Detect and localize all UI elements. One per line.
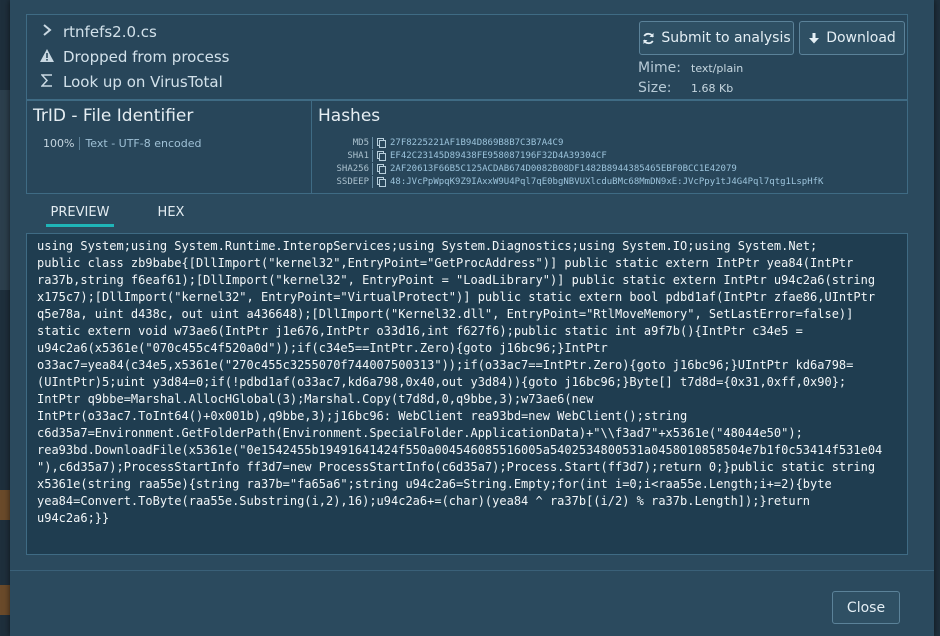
hash-label: SHA1 xyxy=(347,151,369,161)
file-info-panel: rtnfefs2.0.cs Dropped from process Look … xyxy=(26,14,908,100)
copy-icon[interactable] xyxy=(377,164,386,174)
mime-label: Mime: xyxy=(638,60,681,76)
code-line: q5e78a, uint d438c, out uint a436648);[D… xyxy=(37,307,854,321)
code-line: c6d35a7=Environment.GetFolderPath(Enviro… xyxy=(37,426,803,440)
submit-to-analysis-button[interactable]: Submit to analysis xyxy=(639,21,794,55)
trid-panel: TrID - File Identifier 100% Text - UTF-8… xyxy=(26,100,312,194)
hashes-title: Hashes xyxy=(318,106,381,126)
copy-icon[interactable] xyxy=(377,138,386,148)
virustotal-row[interactable]: Look up on VirusTotal xyxy=(39,73,223,91)
code-line: x5361e(string raa55e){string ra37b="fa65… xyxy=(37,477,832,491)
hash-row-sha256: SHA256 2AF20613F66B5C125ACDAB674D0082B08… xyxy=(312,163,737,175)
tab-hex[interactable]: HEX xyxy=(152,205,190,220)
copy-icon[interactable] xyxy=(377,177,386,187)
hash-value: EF42C23145D89438FE958087196F32D4A39304CF xyxy=(390,151,607,161)
hash-label: SHA256 xyxy=(336,164,369,174)
code-line: o33ac7=yea84(c34e5,x5361e("270c455c32550… xyxy=(37,358,854,372)
hashes-panel: Hashes MD5 27F8225221AF1B94D869B8B7C3B7A… xyxy=(311,100,908,194)
file-name: rtnfefs2.0.cs xyxy=(63,23,157,41)
code-line: IntPtr(o33ac7.ToInt64()+0x001b),q9bbe,3)… xyxy=(37,409,688,423)
hash-label: MD5 xyxy=(352,138,369,148)
chevron-right-icon xyxy=(39,24,55,40)
size-row: Size: 1.68 Kb xyxy=(638,80,733,96)
trid-percent: 100% xyxy=(43,137,81,150)
preview-code: using System;using System.Runtime.Intero… xyxy=(26,233,908,555)
mime-value: text/plain xyxy=(691,62,744,75)
warning-icon xyxy=(39,48,55,66)
mime-row: Mime: text/plain xyxy=(638,60,743,76)
code-line: u94c2a6;}} xyxy=(37,511,110,525)
footer-divider xyxy=(10,570,934,571)
trid-description: Text - UTF-8 encoded xyxy=(85,137,202,150)
sigma-icon xyxy=(39,73,55,91)
download-icon xyxy=(809,32,820,43)
hash-row-md5: MD5 27F8225221AF1B94D869B8B7C3B7A4C9 xyxy=(312,137,563,149)
file-name-row: rtnfefs2.0.cs xyxy=(39,23,157,41)
code-line: public class zb9babe{[DllImport("kernel3… xyxy=(37,256,854,270)
dropped-from-process-label: Dropped from process xyxy=(63,48,230,66)
download-label: Download xyxy=(826,30,896,46)
code-line: u94c2a6(x5361e("070c455c4f520a0d"));if(c… xyxy=(37,341,608,355)
code-line: IntPtr q9bbe=Marshal.AllocHGlobal(3);Mar… xyxy=(37,392,594,406)
virustotal-link[interactable]: Look up on VirusTotal xyxy=(63,73,223,91)
code-line: using System;using System.Runtime.Intero… xyxy=(37,239,818,253)
hash-label: SSDEEP xyxy=(336,177,369,187)
submit-label: Submit to analysis xyxy=(661,30,791,46)
close-button[interactable]: Close xyxy=(832,591,900,624)
dropped-row: Dropped from process xyxy=(39,48,229,66)
trid-title: TrID - File Identifier xyxy=(33,106,194,126)
code-line: x175c7);[DllImport("kernel32", EntryPoin… xyxy=(37,290,876,304)
tab-preview[interactable]: PREVIEW xyxy=(46,205,114,227)
download-button[interactable]: Download xyxy=(799,21,905,55)
code-line: static extern void w73ae6(IntPtr j1e676,… xyxy=(37,324,803,338)
refresh-icon xyxy=(643,32,655,44)
hash-row-sha1: SHA1 EF42C23145D89438FE958087196F32D4A39… xyxy=(312,150,607,162)
code-line: "),c6d35a7);ProcessStartInfo ff3d7=new P… xyxy=(37,460,876,474)
code-line: rea93bd.DownloadFile(x5361e("0e1542455b1… xyxy=(37,443,883,457)
hash-value: 2AF20613F66B5C125ACDAB674D0082B08DF1482B… xyxy=(390,164,737,174)
hash-value: 27F8225221AF1B94D869B8B7C3B7A4C9 xyxy=(390,138,564,148)
hash-row-ssdeep: SSDEEP 48:JVcPpWpqK9Z9IAxxW9U4Pql7qE0bgN… xyxy=(312,176,823,188)
hash-value: 48:JVcPpWpqK9Z9IAxxW9U4Pql7qE0bgNBVUXlcd… xyxy=(390,177,824,187)
code-line: (UIntPtr)5;uint y3d84=0;if(!pdbd1af(o33a… xyxy=(37,375,847,389)
trid-result-row: 100% Text - UTF-8 encoded xyxy=(43,137,201,150)
size-value: 1.68 Kb xyxy=(691,82,734,95)
code-line: ra37b,string f6eaf61);[DllImport("kernel… xyxy=(37,273,876,287)
size-label: Size: xyxy=(638,80,672,96)
copy-icon[interactable] xyxy=(377,151,386,161)
code-line: yea84=Convert.ToByte(raa55e.Substring(i,… xyxy=(37,494,811,508)
